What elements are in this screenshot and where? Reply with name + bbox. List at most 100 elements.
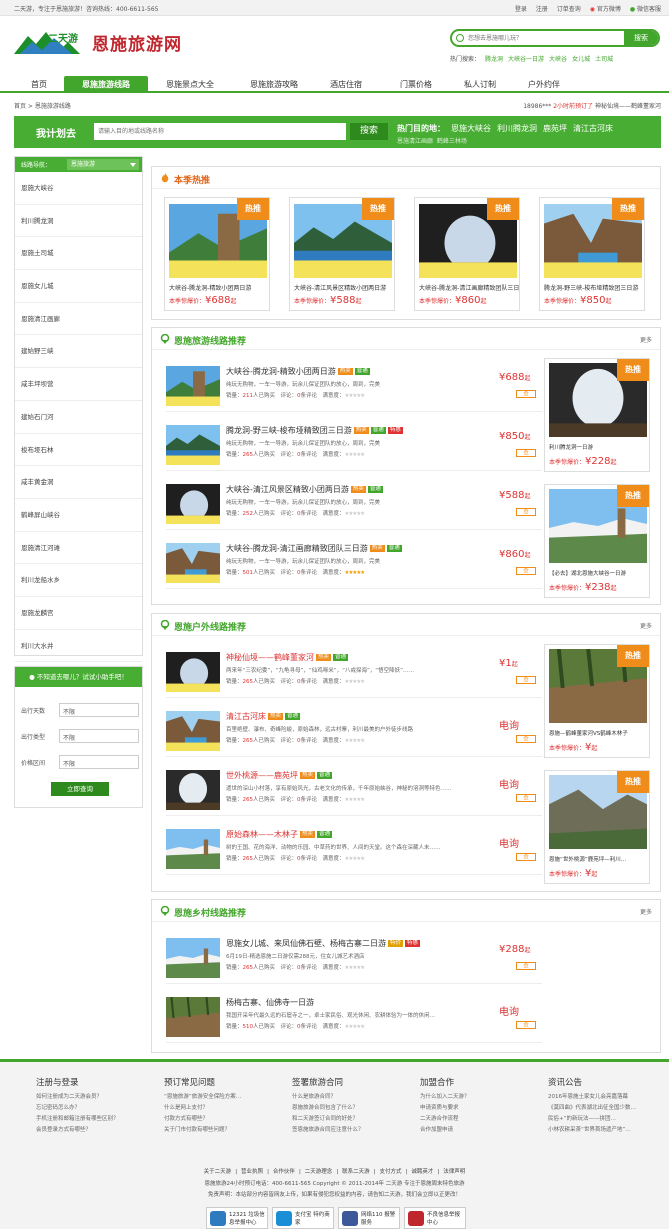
sidebar-item[interactable]: 恩施龙麟宫 bbox=[15, 597, 142, 630]
footer-link[interactable]: 付款方式有哪些？ bbox=[164, 1114, 284, 1125]
footer-link[interactable]: 二天游合作流程 bbox=[420, 1114, 540, 1125]
nav-home[interactable]: 首页 bbox=[14, 76, 64, 93]
route-thumbnail[interactable] bbox=[166, 652, 220, 692]
sidebar-item[interactable]: 利川龙船水乡 bbox=[15, 564, 142, 597]
sidebar-item[interactable]: 建始野三峡 bbox=[15, 335, 142, 369]
footer-nav-link[interactable]: 支付方式 bbox=[380, 1169, 402, 1175]
featured-route-card[interactable]: 热推 恩施—鹤峰董家河VS鹤峰木林子 本季惊爆价：¥起 bbox=[544, 644, 650, 758]
footer-link[interactable]: “恩施旅游”旅游安全保险方案… bbox=[164, 1092, 284, 1103]
featured-route-card[interactable]: 热推 利川腾龙洞一日游 本季惊爆价：¥228起 bbox=[544, 358, 650, 472]
nav-routes[interactable]: 恩施旅游线路 bbox=[64, 76, 148, 93]
search-button[interactable]: 搜索 bbox=[624, 31, 658, 45]
footer-nav-link[interactable]: 法律声明 bbox=[443, 1169, 465, 1175]
hot-route-card[interactable]: 热推 大峡谷-腾龙洞-精致小团两日游 本季惊爆价：¥688起 bbox=[164, 197, 270, 311]
card-title[interactable]: 腾龙洞-野三峡-梭布垭精致团三日游 bbox=[544, 283, 644, 292]
route-title[interactable]: 原始森林——木林子 热卖 普通 bbox=[226, 829, 333, 840]
sidebar-item[interactable]: 建始石门河 bbox=[15, 401, 142, 434]
route-title[interactable]: 杨梅古寨、仙佛寺一日游 bbox=[226, 997, 314, 1008]
route-thumbnail[interactable] bbox=[166, 997, 220, 1037]
sidebar-item[interactable]: 恩施土司城 bbox=[15, 237, 142, 271]
hot-route-card[interactable]: 热推 腾龙洞-野三峡-梭布垭精致团三日游 本季惊爆价：¥850起 bbox=[539, 197, 645, 311]
sidebar-item[interactable]: 恩施清江河滩 bbox=[15, 532, 142, 565]
nav-outdoor[interactable]: 户外约伴 bbox=[516, 76, 572, 93]
route-title-text[interactable]: 大峡谷-腾龙洞-精致小团两日游 bbox=[226, 367, 336, 376]
featured-route-card[interactable]: 热推 【必去】湖北恩施大峡谷一日游 本季惊爆价：¥238起 bbox=[544, 484, 650, 598]
route-thumbnail[interactable] bbox=[166, 829, 220, 869]
footer-link[interactable]: 合作加盟申请 bbox=[420, 1125, 540, 1136]
route-thumbnail[interactable] bbox=[166, 425, 220, 465]
register-link[interactable]: 注册 bbox=[536, 6, 548, 13]
card-title[interactable]: 利川腾龙洞一日游 bbox=[549, 443, 649, 451]
route-title[interactable]: 恩施女儿城、来凤仙佛石壁、杨梅古寨二日游 特价 特惠 bbox=[226, 938, 421, 949]
route-title[interactable]: 清江古河床 热卖 普通 bbox=[226, 711, 301, 722]
footer-nav-link[interactable]: 诚聘英才 bbox=[411, 1169, 433, 1175]
footer-link[interactable]: 民俗+”的新玩法——拼团… bbox=[548, 1114, 668, 1125]
view-button[interactable]: 查 bbox=[516, 853, 536, 861]
footer-link[interactable]: 忘记密码怎么办？ bbox=[36, 1103, 156, 1114]
footer-nav-link[interactable]: 关于二天游 bbox=[204, 1169, 232, 1175]
route-thumbnail[interactable] bbox=[166, 938, 220, 978]
helper-query-button[interactable]: 立即查询 bbox=[51, 782, 109, 796]
hot-destination[interactable]: 利川腾龙洞 bbox=[497, 124, 537, 133]
footer-link[interactable]: 《莫四曲》代表湖北出征全国少数… bbox=[548, 1103, 668, 1114]
card-title[interactable]: 大峡谷-清江风景区精致小团两日游 bbox=[294, 283, 394, 292]
footer-link[interactable]: 2016年恩施土家女儿会亮嘉落幕 bbox=[548, 1092, 668, 1103]
route-title-text[interactable]: 清江古河床 bbox=[226, 712, 266, 721]
hot-destination[interactable]: 清江古河床 bbox=[573, 124, 613, 133]
certification-badge[interactable]: 网络110 报警服务 bbox=[338, 1207, 400, 1229]
sidebar-item[interactable]: 鹤峰屏山峡谷 bbox=[15, 499, 142, 532]
route-title[interactable]: 大峡谷-腾龙洞-精致小团两日游 热卖 普通 bbox=[226, 366, 370, 377]
login-link[interactable]: 登录 bbox=[515, 6, 527, 13]
footer-link[interactable]: 会员登录方式有哪些？ bbox=[36, 1125, 156, 1136]
card-title[interactable]: 大峡谷-腾龙洞-精致小团两日游 bbox=[169, 283, 269, 292]
footer-nav-link[interactable]: 营业执照 bbox=[241, 1169, 263, 1175]
hot-route-card[interactable]: 热推 大峡谷-清江风景区精致小团两日游 本季惊爆价：¥588起 bbox=[289, 197, 395, 311]
card-title[interactable]: 恩施—鹤峰董家河VS鹤峰木林子 bbox=[549, 729, 649, 737]
sidebar-item[interactable]: 咸丰坪坝营 bbox=[15, 368, 142, 401]
route-title-text[interactable]: 世外桃源——鹿苑坪 bbox=[226, 771, 298, 780]
footer-link[interactable]: 什么是旅游合同？ bbox=[292, 1092, 412, 1103]
sidebar-item[interactable]: 恩施女儿城 bbox=[15, 270, 142, 303]
sidebar-item[interactable]: 恩施清江画廊 bbox=[15, 303, 142, 336]
view-button[interactable]: 查 bbox=[516, 794, 536, 802]
route-title-text[interactable]: 腾龙洞-野三峡-梭布垭精致团三日游 bbox=[226, 426, 352, 435]
hot-term[interactable]: 女儿城 bbox=[572, 56, 590, 63]
footer-link[interactable]: 恩施旅游合同包含了什么？ bbox=[292, 1103, 412, 1114]
footer-link[interactable]: 手机注册和邮箱注册有哪些区别？ bbox=[36, 1114, 156, 1125]
nav-spots[interactable]: 恩施景点大全 bbox=[150, 76, 230, 93]
footer-link[interactable]: 小林农耕采茶“世界首场遗产地”… bbox=[548, 1125, 668, 1136]
footer-link[interactable]: 签恩施旅游合同应注意什么？ bbox=[292, 1125, 412, 1136]
hot-destination[interactable]: 鹤峰三林场 bbox=[437, 138, 467, 145]
order-query-link[interactable]: 订单查询 bbox=[557, 6, 581, 13]
nav-hotels[interactable]: 酒店住宿 bbox=[318, 76, 374, 93]
nav-guides[interactable]: 恩施旅游攻略 bbox=[234, 76, 314, 93]
more-link[interactable]: 更多 bbox=[640, 907, 652, 916]
weibo-link[interactable]: ◉ 官方微博 bbox=[590, 6, 621, 13]
view-button[interactable]: 查 bbox=[516, 567, 536, 575]
wechat-link[interactable]: ● 微信客服 bbox=[630, 6, 661, 13]
route-thumbnail[interactable] bbox=[166, 543, 220, 583]
footer-link[interactable]: 和二天游签订合同的好处？ bbox=[292, 1114, 412, 1125]
card-title[interactable]: 【必去】湖北恩施大峡谷一日游 bbox=[549, 569, 649, 577]
footer-link[interactable]: 什么是网上支付？ bbox=[164, 1103, 284, 1114]
route-title[interactable]: 大峡谷-腾龙洞-清江画廊精致团队三日游 热卖 普通 bbox=[226, 543, 402, 554]
nav-custom[interactable]: 私人订制 bbox=[452, 76, 508, 93]
route-thumbnail[interactable] bbox=[166, 711, 220, 751]
card-title[interactable]: 大峡谷-腾龙洞-清江画廊精致团队三日游 bbox=[419, 283, 519, 292]
days-select[interactable]: 不限 bbox=[59, 703, 139, 717]
nav-tickets[interactable]: 门票价格 bbox=[384, 76, 448, 93]
view-button[interactable]: 查 bbox=[516, 676, 536, 684]
footer-link[interactable]: 申请资质与要求 bbox=[420, 1103, 540, 1114]
route-title-text[interactable]: 大峡谷-腾龙洞-清江画廊精致团队三日游 bbox=[226, 544, 368, 553]
route-title-text[interactable]: 原始森林——木林子 bbox=[226, 830, 298, 839]
footer-link[interactable]: 如何注册成为二天游会员？ bbox=[36, 1092, 156, 1103]
destination-input[interactable] bbox=[94, 123, 346, 140]
more-link[interactable]: 更多 bbox=[640, 335, 652, 344]
site-logo[interactable]: 二天游 恩施旅游网 bbox=[14, 24, 224, 60]
hot-destination[interactable]: 鹿苑坪 bbox=[543, 124, 567, 133]
price-select[interactable]: 不限 bbox=[59, 755, 139, 769]
footer-nav-link[interactable]: 联系二天游 bbox=[342, 1169, 370, 1175]
hot-route-card[interactable]: 热推 大峡谷-腾龙洞-清江画廊精致团队三日游 本季惊爆价：¥860起 bbox=[414, 197, 520, 311]
view-button[interactable]: 查 bbox=[516, 390, 536, 398]
sidebar-item[interactable]: 利川腾龙洞 bbox=[15, 205, 142, 238]
